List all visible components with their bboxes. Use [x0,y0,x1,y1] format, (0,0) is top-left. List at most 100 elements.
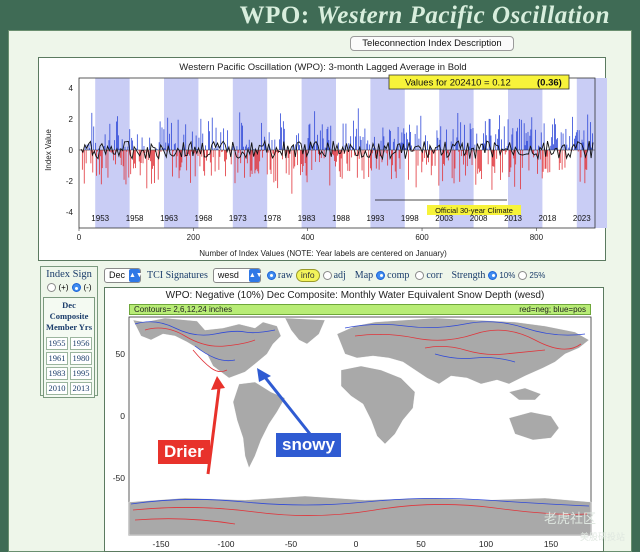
index-bar [321,124,323,150]
title-full: Western Pacific Oscillation [316,2,610,29]
index-bar [149,137,151,150]
index-bar [389,129,390,150]
index-bar [516,131,517,150]
strength-25-radio[interactable] [518,270,528,280]
index-bar [519,150,521,190]
year-link[interactable]: 1956 [70,337,92,350]
index-bar [495,134,497,150]
index-bar [275,150,277,181]
select-arrow-icon: ▲▼ [248,268,263,282]
index-bar [276,150,278,153]
year-link[interactable]: 1983 [46,367,68,380]
index-bar [487,150,489,165]
corr-radio[interactable] [415,270,425,280]
index-bar [539,150,541,160]
index-bar [444,150,445,166]
variable-select[interactable]: wesd ▲▼ [212,267,263,283]
index-bar [395,150,397,179]
year-link[interactable]: 1995 [70,367,92,380]
index-bar [564,150,566,168]
index-bar [85,150,87,164]
month-select[interactable]: Dec ▲▼ [104,267,143,283]
index-bar [160,150,162,152]
index-bar [549,150,551,173]
index-bar [218,150,220,170]
snowy-callout: snowy [276,433,341,457]
index-bar [251,150,253,174]
index-bar [299,145,300,150]
index-bar [531,117,533,150]
index-bar [90,150,92,164]
index-bar [141,137,143,150]
index-bar [421,150,423,173]
index-bar [393,138,395,150]
index-bar [484,121,486,150]
index-bar [123,150,125,180]
index-bar [178,150,180,179]
y-tick-label: 2 [69,115,74,124]
index-bar [248,139,250,150]
index-bar [438,150,440,186]
adj-radio[interactable] [322,270,332,280]
index-bar [143,146,145,150]
index-bar [200,118,202,150]
index-bar [537,150,538,174]
year-link[interactable]: 2013 [70,382,92,395]
index-bar [474,144,476,150]
year-link[interactable]: 1955 [46,337,68,350]
year-link[interactable]: 1980 [70,352,92,365]
year-link[interactable]: 1961 [46,352,68,365]
info-button[interactable]: info [295,268,320,282]
index-bar [355,136,356,150]
year-label: 1983 [298,214,316,223]
index-bar [578,130,580,150]
year-label: 2008 [470,214,488,223]
timeseries-svg: 4 2 0 -2 -4 0 200 400 600 800 1953 1958 1963 1968 1973… [44,62,607,258]
teleconnection-description-button[interactable]: Teleconnection Index Description [350,36,514,51]
index-bar [481,150,482,180]
index-bar [356,150,358,178]
index-bar [357,108,359,150]
index-bar [180,150,182,168]
map-y-tick: -50 [113,473,126,483]
index-bar [380,140,382,150]
index-bar [195,135,197,150]
year-label: 1973 [229,214,247,223]
index-bar [134,150,135,164]
index-bar [364,128,366,150]
index-bar [551,137,553,150]
index-bar [127,146,129,150]
raw-radio[interactable] [266,270,276,280]
index-bar [405,148,407,150]
index-bar [490,135,492,150]
index-bar [387,150,389,166]
index-bar [99,150,101,157]
index-bar [369,144,371,150]
y-tick-label: -2 [66,177,74,186]
index-bar [470,129,472,150]
index-bar [452,129,454,150]
index-bar [100,150,102,185]
composite-years-grid: 1955 1956 1961 1980 1983 1995 2010 2013 [44,335,94,397]
index-bar [562,133,564,150]
index-bar [397,126,399,150]
index-bar [553,144,554,150]
index-bar [136,134,138,150]
index-bar [350,136,352,150]
index-bar [279,139,280,150]
negative-radio[interactable] [71,283,81,292]
index-bar [580,150,582,158]
composite-years-box: Dec Composite Member Yrs 1955 1956 1961 … [43,297,95,398]
index-bar [300,150,301,176]
comp-radio[interactable] [376,270,386,280]
index-bar [293,150,295,169]
index-bar [158,142,160,150]
strength-10-radio[interactable] [488,270,498,280]
year-link[interactable]: 2010 [46,382,68,395]
index-bar [243,146,244,150]
index-bar [392,141,394,150]
year-label: 1988 [332,214,350,223]
index-bar [509,150,511,172]
positive-radio[interactable] [46,283,56,292]
index-bar [517,127,518,150]
